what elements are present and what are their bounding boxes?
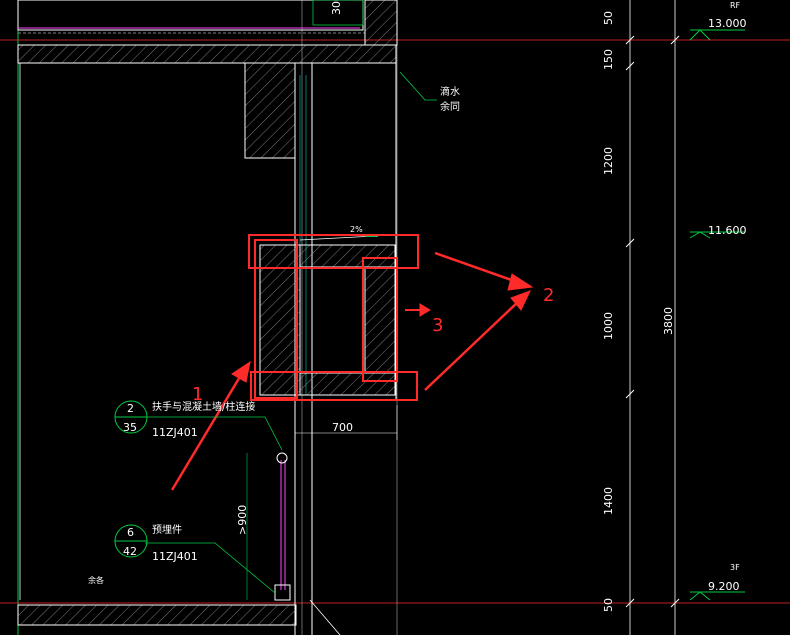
handrail-note: 扶手与混凝土墙/柱连接 [152, 400, 255, 413]
callout-1-bottom: 35 [123, 421, 137, 434]
dim-1200: 1200 [602, 147, 615, 175]
dim-50a: 50 [602, 11, 615, 25]
wall-lines [19, 63, 397, 635]
drip-label-2: 余同 [440, 100, 460, 113]
dim-1000: 1000 [602, 312, 615, 340]
callout-2-ref: 11ZJ401 [152, 550, 198, 563]
callout-2-bottom: 42 [123, 545, 137, 558]
dim-3800: 3800 [662, 307, 675, 335]
level-note-rf: RF [730, 1, 741, 10]
callout-1-top: 2 [127, 402, 134, 415]
dim-50b: 50 [602, 598, 615, 612]
annotation-2: 2 [543, 285, 554, 306]
misc-label: 余各 [88, 575, 104, 585]
dim-1400: 1400 [602, 487, 615, 515]
handrail [246, 452, 291, 601]
drip-label-1: 滴水 [440, 85, 460, 98]
level-11600: 11.600 [708, 224, 747, 237]
level-13000: 13.000 [708, 17, 747, 30]
level-marks [689, 29, 745, 601]
bottom-slab [17, 599, 341, 635]
dim-150: 150 [602, 49, 615, 70]
level-9200: 9.200 [708, 580, 740, 593]
callout-1-ref: 11ZJ401 [152, 426, 198, 439]
embed-note: 预埋件 [152, 524, 182, 536]
roof-slab [17, 0, 398, 159]
annotation-1: 1 [192, 384, 203, 405]
slope-label: 2% [350, 225, 363, 234]
dim-700: 700 [332, 421, 353, 434]
dim-900: >900 [236, 505, 249, 535]
drawing-canvas: 300 50 150 1200 1000 1400 50 3800 700 >9… [0, 0, 790, 635]
callout-2-top: 6 [127, 526, 134, 539]
level-note-3f: 3F [730, 563, 740, 572]
dim-300: 300 [330, 0, 343, 15]
annotation-3: 3 [432, 315, 443, 336]
